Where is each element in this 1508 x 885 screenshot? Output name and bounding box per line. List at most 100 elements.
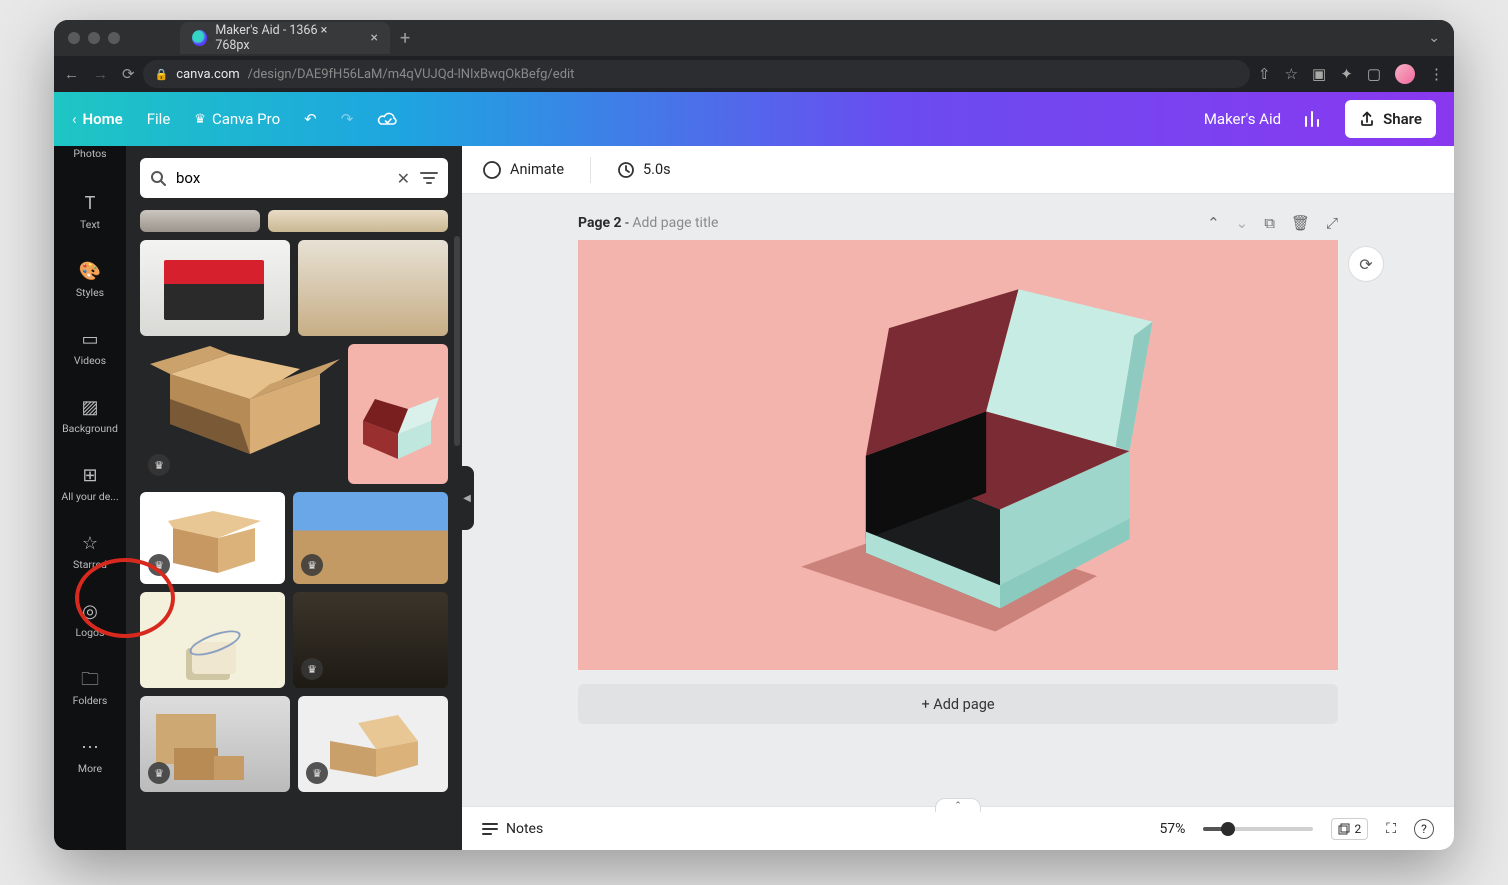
new-tab-button[interactable]: + xyxy=(400,28,410,49)
search-input[interactable] xyxy=(176,169,387,187)
canvas-viewport[interactable]: Page 2 - Add page title ⌃ ⌄ ⧉ 🗑 ⤢ xyxy=(462,194,1454,806)
photo-thumb[interactable]: ♛ xyxy=(140,696,290,792)
project-name[interactable]: Maker's Aid xyxy=(1204,110,1281,128)
photo-thumb[interactable]: ♛ xyxy=(140,492,285,584)
canva-favicon-icon xyxy=(192,30,207,46)
collapse-panel-button[interactable]: ◀ xyxy=(460,466,474,530)
file-menu[interactable]: File xyxy=(147,110,171,128)
photo-thumb[interactable] xyxy=(140,592,285,688)
help-icon[interactable]: ? xyxy=(1414,819,1434,839)
fullscreen-icon[interactable]: ⛶ xyxy=(1386,821,1396,837)
duplicate-page-icon[interactable]: ⧉ xyxy=(1264,214,1275,232)
premium-badge-icon: ♛ xyxy=(148,762,170,784)
rail-videos[interactable]: ▭ Videos xyxy=(54,314,126,382)
browser-tab[interactable]: Maker's Aid - 1366 × 768px × xyxy=(180,22,390,54)
page-add-title: Add page title xyxy=(632,215,718,231)
rail-photos[interactable]: Photos xyxy=(54,146,126,178)
rail-label: All your de... xyxy=(61,491,118,503)
star-icon: ☆ xyxy=(82,534,98,554)
canva-pro-button[interactable]: ♛ Canva Pro xyxy=(194,110,280,128)
tabs-dropdown-icon[interactable]: ⌄ xyxy=(1428,30,1440,46)
add-page-button[interactable]: + Add page xyxy=(578,684,1338,724)
forward-button[interactable]: → xyxy=(93,65,108,83)
panel-scrollbar[interactable] xyxy=(454,236,460,446)
design-page[interactable] xyxy=(578,240,1338,670)
rail-label: More xyxy=(78,763,102,775)
premium-badge-icon: ♛ xyxy=(148,454,170,476)
photo-thumb[interactable]: ♛ xyxy=(293,492,448,584)
canvas-box-image[interactable] xyxy=(748,280,1178,650)
rail-styles[interactable]: 🎨 Styles xyxy=(54,246,126,314)
palette-icon: 🎨 xyxy=(79,262,101,282)
rail-background[interactable]: ▨ Background xyxy=(54,382,126,450)
filter-icon[interactable] xyxy=(420,171,438,185)
zoom-value[interactable]: 57% xyxy=(1159,821,1185,837)
bookmark-icon[interactable]: ☆ xyxy=(1285,65,1298,83)
kebab-menu-icon[interactable]: ⋮ xyxy=(1429,65,1444,83)
chevron-left-icon: ‹ xyxy=(72,110,77,128)
cloud-sync-icon[interactable] xyxy=(377,110,399,128)
zoom-knob[interactable] xyxy=(1221,822,1235,836)
rail-folders[interactable]: 🗀 Folders xyxy=(54,654,126,722)
back-button[interactable]: ← xyxy=(64,65,79,83)
address-bar[interactable]: 🔒 canva.com/design/DAE9fH56LaM/m4qVUJQd-… xyxy=(143,60,1250,88)
extensions-icon[interactable]: ✦ xyxy=(1340,65,1353,83)
minimize-window-icon[interactable] xyxy=(88,32,100,44)
rail-label: Photos xyxy=(73,148,106,160)
photo-thumb[interactable]: ♛ xyxy=(293,592,448,688)
rail-more[interactable]: ⋯ More xyxy=(54,722,126,790)
animate-button[interactable]: Animate xyxy=(482,160,564,180)
duration-label: 5.0s xyxy=(643,161,671,178)
home-button[interactable]: ‹ Home xyxy=(72,110,123,128)
page-count-value: 2 xyxy=(1354,822,1361,836)
profile-avatar-icon[interactable] xyxy=(1395,64,1415,84)
clear-search-icon[interactable]: ✕ xyxy=(397,169,410,188)
photo-thumb[interactable]: ♛ xyxy=(298,696,448,792)
devices-icon[interactable]: ▢ xyxy=(1367,65,1381,83)
redo-button[interactable]: ↷ xyxy=(341,110,354,128)
share-icon xyxy=(1359,111,1375,127)
tab-close-icon[interactable]: × xyxy=(371,30,378,46)
insights-icon[interactable] xyxy=(1303,109,1323,129)
tab-title: Maker's Aid - 1366 × 768px xyxy=(215,23,358,53)
zoom-slider[interactable] xyxy=(1203,827,1313,831)
rail-logos[interactable]: ◎ Logos xyxy=(54,586,126,654)
tab-strip: Maker's Aid - 1366 × 768px × + xyxy=(180,20,410,56)
rail-text[interactable]: T Text xyxy=(54,178,126,246)
expand-timeline-button[interactable]: ⌃ xyxy=(935,798,981,812)
page-title[interactable]: Page 2 - Add page title xyxy=(578,215,718,231)
notes-button[interactable]: Notes xyxy=(482,821,543,837)
photo-thumb[interactable]: ♛ xyxy=(140,344,340,484)
page-up-icon[interactable]: ⌃ xyxy=(1207,214,1220,232)
rail-label: Videos xyxy=(74,355,106,367)
rail-label: Styles xyxy=(76,287,104,299)
photo-thumb[interactable] xyxy=(140,210,260,232)
share-page-icon[interactable]: ⇧ xyxy=(1258,65,1271,83)
page-sep: - xyxy=(622,215,633,231)
photo-thumb[interactable] xyxy=(140,240,290,336)
photo-thumb[interactable] xyxy=(298,240,448,336)
photo-thumb[interactable] xyxy=(348,344,448,484)
zoom-window-icon[interactable] xyxy=(108,32,120,44)
reader-icon[interactable]: ▣ xyxy=(1312,65,1326,83)
canvas-area: Animate 5.0s Page 2 - Add page title ⌃ ⌄ xyxy=(462,146,1454,850)
page-count-button[interactable]: 2 xyxy=(1331,818,1368,840)
photos-panel: ✕ xyxy=(126,146,462,850)
photo-thumb[interactable] xyxy=(268,210,448,232)
traffic-lights[interactable] xyxy=(68,32,120,44)
expand-page-icon[interactable]: ⤢ xyxy=(1326,214,1338,232)
text-icon: T xyxy=(85,194,96,214)
close-window-icon[interactable] xyxy=(68,32,80,44)
page-down-icon[interactable]: ⌄ xyxy=(1236,214,1249,232)
macos-titlebar: Maker's Aid - 1366 × 768px × + ⌄ xyxy=(54,20,1454,56)
undo-button[interactable]: ↶ xyxy=(304,110,317,128)
share-button[interactable]: Share xyxy=(1345,100,1436,138)
page-actions: ⌃ ⌄ ⧉ 🗑 ⤢ xyxy=(1207,214,1338,232)
regenerate-button[interactable]: ⟳ xyxy=(1348,246,1384,282)
rail-all-designs[interactable]: ⊞ All your de... xyxy=(54,450,126,518)
photo-search[interactable]: ✕ xyxy=(140,158,448,198)
delete-page-icon[interactable]: 🗑 xyxy=(1291,214,1310,232)
reload-button[interactable]: ⟳ xyxy=(122,65,135,83)
rail-starred[interactable]: ☆ Starred xyxy=(54,518,126,586)
duration-button[interactable]: 5.0s xyxy=(617,161,671,179)
